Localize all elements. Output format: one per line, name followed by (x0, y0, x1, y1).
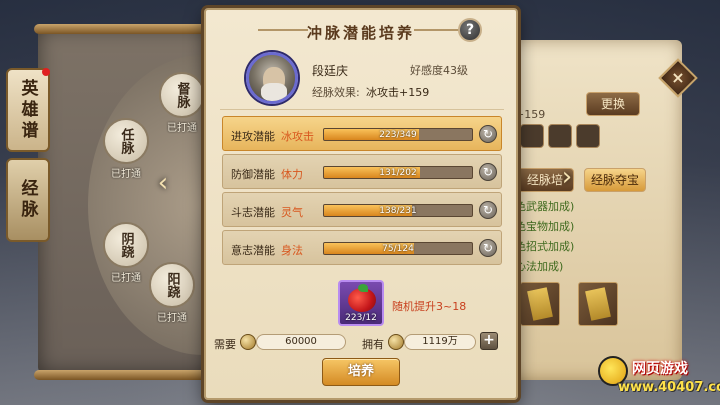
refresh-icon[interactable]: ↻ (479, 125, 497, 143)
meridian-name: 阳跷 (149, 262, 195, 308)
bonus-line: 色武器加成) (515, 200, 575, 213)
potential-row-fighting[interactable]: 斗志潜能 灵气 138/231 ↻ (222, 192, 502, 227)
coin-icon (240, 334, 256, 350)
meridian-status: 已打通 (157, 313, 187, 324)
potential-progress-bar: 75/124 (323, 242, 473, 255)
meridian-status: 已打通 (111, 169, 141, 180)
bonus-line: 心法加成) (515, 260, 564, 273)
tab-hero-list-label: 英雄谱 (17, 78, 38, 142)
meridian-status: 已打通 (167, 123, 197, 134)
potential-attr: 灵气 (281, 206, 303, 219)
avatar (246, 52, 298, 104)
potential-label: 意志潜能 (231, 244, 275, 257)
skill-slot[interactable] (576, 124, 600, 148)
progress-text: 138/231 (379, 206, 417, 216)
potential-row-will[interactable]: 意志潜能 身法 75/124 ↻ (222, 230, 502, 265)
avatar-beard (261, 83, 287, 101)
item-description: 随机提升3~18 (392, 300, 467, 313)
meridian-name: 督脉 (159, 72, 205, 118)
potential-attr: 身法 (281, 244, 303, 257)
bonus-line: 色宝物加成) (515, 220, 575, 233)
skill-slot[interactable] (548, 124, 572, 148)
cost-need-value: 60000 (256, 334, 346, 350)
potential-progress-bar: 131/202 (323, 166, 473, 179)
meridian-treasure-button[interactable]: 经脉夺宝 (584, 168, 646, 192)
add-currency-button[interactable]: + (480, 332, 498, 350)
book-icon[interactable] (578, 282, 618, 326)
hero-favor: 好感度43级 (410, 64, 468, 77)
potential-label: 进攻潜能 (231, 130, 275, 143)
refresh-icon[interactable]: ↻ (479, 163, 497, 181)
skill-slot[interactable] (520, 124, 544, 148)
meridian-node-ren[interactable]: 任脉 已打通 (96, 118, 156, 180)
bonus-line: 色招式加成) (515, 240, 575, 253)
effect-label: 经脉效果: (312, 86, 360, 99)
hero-card: 段廷庆 好感度43级 经脉效果: 冰攻击+159 (220, 50, 504, 110)
potential-row-attack[interactable]: 进攻潜能 冰攻击 223/349 ↻ (222, 116, 502, 151)
effect-value: 冰攻击+159 (366, 86, 430, 99)
tab-meridian[interactable]: 经脉 (6, 158, 50, 242)
logo-line1: 网页游戏 (632, 361, 688, 377)
change-button[interactable]: 更换 (586, 92, 640, 116)
train-button[interactable]: 培养 (322, 358, 400, 386)
chevron-right-icon[interactable]: › (554, 162, 580, 192)
leaf-icon (358, 284, 368, 292)
hero-name: 段廷庆 (312, 64, 349, 78)
potential-attr: 体力 (281, 168, 303, 181)
effect-plus-text: +159 (515, 108, 546, 121)
site-logo: 网页游戏 www.40407.com (598, 352, 720, 402)
potential-training-dialog: 冲脉潜能培养 ? 段廷庆 好感度43级 经脉效果: 冰攻击+159 进攻潜能 冰… (204, 8, 518, 400)
potential-progress-bar: 223/349 (323, 128, 473, 141)
coin-icon (388, 334, 404, 350)
meridian-name: 任脉 (103, 118, 149, 164)
meridian-node-yangqiao[interactable]: 阳跷 已打通 (142, 262, 202, 324)
logo-line2: www.40407.com (618, 380, 720, 395)
refresh-icon[interactable]: ↻ (479, 201, 497, 219)
training-item-slot[interactable]: 223/12 (338, 280, 384, 326)
cost-need-label: 需要 (214, 338, 236, 351)
item-count: 223/12 (345, 313, 377, 323)
progress-text: 223/349 (379, 130, 417, 140)
cost-own-label: 拥有 (362, 338, 384, 351)
potential-progress-bar: 138/231 (323, 204, 473, 217)
tab-hero-list[interactable]: 英雄谱 (6, 68, 50, 152)
tab-meridian-label: 经脉 (17, 179, 38, 221)
notification-dot (42, 68, 50, 76)
potential-label: 斗志潜能 (231, 206, 275, 219)
book-icon[interactable] (520, 282, 560, 326)
chevron-left-icon[interactable]: ‹ (150, 170, 176, 196)
potential-row-defense[interactable]: 防御潜能 体力 131/202 ↻ (222, 154, 502, 189)
help-icon[interactable]: ? (458, 18, 482, 42)
potential-attr: 冰攻击 (281, 130, 314, 143)
refresh-icon[interactable]: ↻ (479, 239, 497, 257)
meridian-node-du[interactable]: 督脉 已打通 (152, 72, 212, 134)
progress-text: 131/202 (379, 168, 417, 178)
progress-text: 75/124 (382, 244, 414, 254)
potential-label: 防御潜能 (231, 168, 275, 181)
cost-own-value: 1119万 (404, 334, 476, 350)
